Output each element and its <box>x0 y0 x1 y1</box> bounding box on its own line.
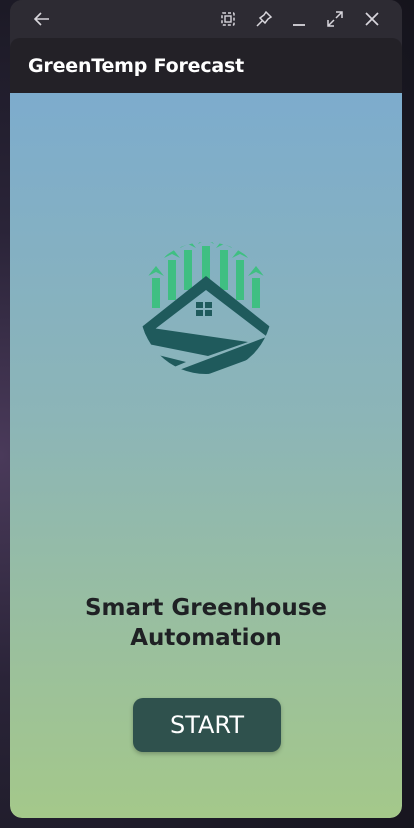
window-titlebar <box>10 0 402 38</box>
screenshot-icon[interactable] <box>216 7 240 31</box>
pin-icon[interactable] <box>252 7 276 31</box>
greenhouse-logo-icon <box>140 242 272 374</box>
app-bar: GreenTemp Forecast <box>10 38 402 93</box>
headline-line-1: Smart Greenhouse <box>84 595 328 621</box>
headline-line-2: Automation <box>130 625 282 651</box>
app-window: GreenTemp Forecast Smart Greenhouse Auto… <box>10 0 402 818</box>
headline: Smart Greenhouse Automation <box>10 593 402 653</box>
maximize-icon[interactable] <box>323 7 347 31</box>
arrow-left-icon[interactable] <box>30 7 54 31</box>
start-button[interactable]: START <box>133 698 281 752</box>
app-title: GreenTemp Forecast <box>28 55 244 77</box>
close-icon[interactable] <box>360 7 384 31</box>
minimize-icon[interactable] <box>287 7 311 31</box>
main-content: Smart Greenhouse Automation START <box>10 93 402 818</box>
